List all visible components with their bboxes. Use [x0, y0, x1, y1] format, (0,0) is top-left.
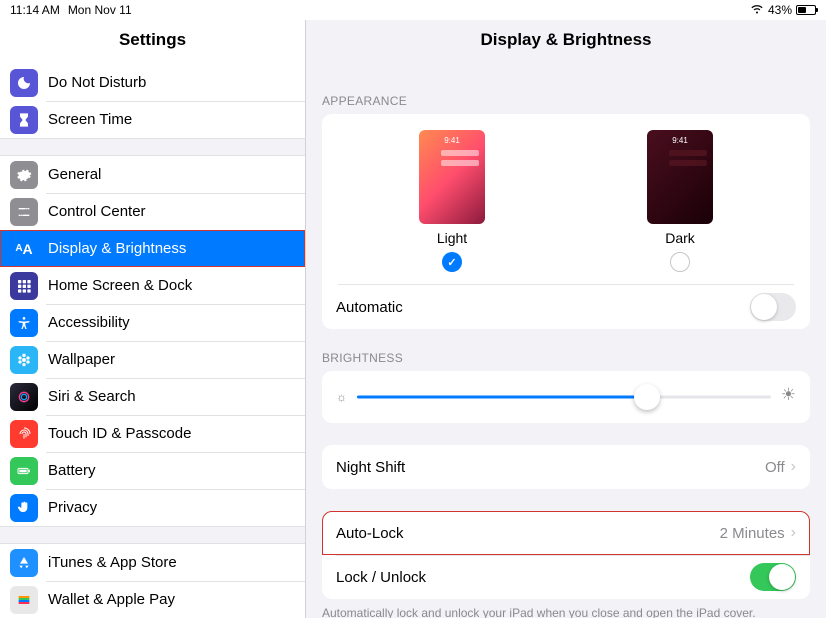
gear-icon — [10, 161, 38, 189]
sidebar-item-general[interactable]: General — [0, 156, 305, 193]
wallet-icon — [10, 586, 38, 614]
sidebar-item-label: Display & Brightness — [48, 240, 186, 257]
appearance-light[interactable]: 9:41 Light — [419, 130, 485, 272]
sun-small-icon: ☼ — [336, 390, 347, 404]
battery-icon — [10, 457, 38, 485]
brightness-header: BRIGHTNESS — [306, 351, 826, 371]
appstore-icon — [10, 549, 38, 577]
sidebar-item-screen-time[interactable]: Screen Time — [0, 101, 305, 138]
sidebar-item-wallpaper[interactable]: Wallpaper — [0, 341, 305, 378]
sidebar-item-siri[interactable]: Siri & Search — [0, 378, 305, 415]
sidebar-item-display[interactable]: AA Display & Brightness — [0, 230, 305, 267]
sidebar-item-battery[interactable]: Battery — [0, 452, 305, 489]
auto-lock-row[interactable]: Auto-Lock 2 Minutes › — [322, 511, 810, 555]
night-shift-label: Night Shift — [336, 459, 405, 476]
light-thumbnail: 9:41 — [419, 130, 485, 224]
lock-unlock-row[interactable]: Lock / Unlock — [322, 555, 810, 599]
status-date: Mon Nov 11 — [68, 3, 132, 17]
sidebar-item-wallet[interactable]: Wallet & Apple Pay — [0, 581, 305, 618]
status-bar: 11:14 AM Mon Nov 11 43% — [0, 0, 826, 20]
chevron-right-icon: › — [791, 458, 796, 476]
hand-icon — [10, 494, 38, 522]
sidebar-item-label: Home Screen & Dock — [48, 277, 192, 294]
night-shift-card: Night Shift Off › — [322, 445, 810, 489]
automatic-label: Automatic — [336, 299, 403, 316]
status-time: 11:14 AM — [10, 3, 60, 17]
night-shift-row[interactable]: Night Shift Off › — [322, 445, 810, 489]
sidebar-item-touchid[interactable]: Touch ID & Passcode — [0, 415, 305, 452]
sidebar-item-label: Wallpaper — [48, 351, 115, 368]
sidebar-item-itunes[interactable]: iTunes & App Store — [0, 544, 305, 581]
brightness-card: ☼ ☀︎ — [322, 371, 810, 423]
sun-large-icon: ☀︎ — [781, 385, 796, 405]
lock-card: Auto-Lock 2 Minutes › Lock / Unlock — [322, 511, 810, 599]
lock-unlock-switch[interactable] — [750, 563, 796, 591]
night-shift-value: Off — [765, 459, 785, 476]
sidebar-item-label: Siri & Search — [48, 388, 136, 405]
automatic-switch[interactable] — [750, 293, 796, 321]
sidebar-item-home-dock[interactable]: Home Screen & Dock — [0, 267, 305, 304]
sidebar-item-label: General — [48, 166, 101, 183]
auto-lock-value: 2 Minutes — [720, 525, 785, 542]
sidebar-title: Settings — [0, 20, 305, 64]
sidebar-item-label: Accessibility — [48, 314, 130, 331]
appearance-header: APPEARANCE — [306, 94, 826, 114]
dark-label: Dark — [665, 230, 695, 246]
brightness-slider[interactable] — [357, 383, 771, 411]
wifi-icon — [750, 3, 764, 17]
sidebar-item-label: Privacy — [48, 499, 97, 516]
dark-radio[interactable] — [670, 252, 690, 272]
sliders-icon — [10, 198, 38, 226]
siri-icon — [10, 383, 38, 411]
lock-unlock-label: Lock / Unlock — [336, 569, 426, 586]
appearance-card: 9:41 Light 9:41 Dark Automatic — [322, 114, 810, 329]
sidebar-item-label: Screen Time — [48, 111, 132, 128]
flower-icon — [10, 346, 38, 374]
moon-icon — [10, 69, 38, 97]
sidebar-item-label: iTunes & App Store — [48, 554, 177, 571]
appearance-dark[interactable]: 9:41 Dark — [647, 130, 713, 272]
accessibility-icon — [10, 309, 38, 337]
sidebar-item-accessibility[interactable]: Accessibility — [0, 304, 305, 341]
fingerprint-icon — [10, 420, 38, 448]
settings-sidebar: Settings Do Not Disturb Screen Time Gene… — [0, 20, 306, 618]
light-radio[interactable] — [442, 252, 462, 272]
sidebar-item-label: Touch ID & Passcode — [48, 425, 191, 442]
sidebar-item-label: Wallet & Apple Pay — [48, 591, 175, 608]
sidebar-item-dnd[interactable]: Do Not Disturb — [0, 64, 305, 101]
main-title: Display & Brightness — [306, 20, 826, 64]
sidebar-item-label: Control Center — [48, 203, 146, 220]
grid-icon — [10, 272, 38, 300]
text-size-icon: AA — [10, 235, 38, 263]
sidebar-item-privacy[interactable]: Privacy — [0, 489, 305, 526]
sidebar-item-label: Battery — [48, 462, 96, 479]
lock-caption: Automatically lock and unlock your iPad … — [306, 599, 826, 618]
light-label: Light — [437, 230, 467, 246]
hourglass-icon — [10, 106, 38, 134]
battery-pct: 43% — [768, 3, 792, 17]
battery-icon — [796, 5, 816, 15]
sidebar-item-control-center[interactable]: Control Center — [0, 193, 305, 230]
sidebar-item-label: Do Not Disturb — [48, 74, 146, 91]
dark-thumbnail: 9:41 — [647, 130, 713, 224]
main-content: Display & Brightness APPEARANCE 9:41 Lig… — [306, 20, 826, 618]
auto-lock-label: Auto-Lock — [336, 525, 404, 542]
automatic-row[interactable]: Automatic — [322, 285, 810, 329]
chevron-right-icon: › — [791, 524, 796, 542]
